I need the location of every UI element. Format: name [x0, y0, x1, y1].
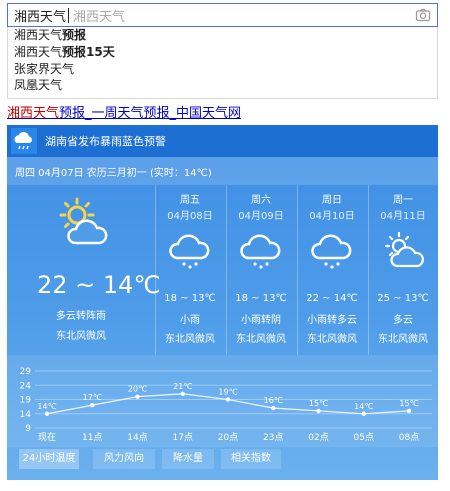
data-point	[316, 408, 321, 414]
data-label: 14℃	[37, 402, 56, 411]
day-date: 04月09日	[238, 211, 284, 222]
day-forecast[interactable]: 周一 04月11日 25 ~ 13℃ 多云 东北风微风	[368, 185, 438, 355]
day-name: 周日	[322, 195, 342, 206]
data-point	[135, 394, 140, 399]
data-point	[90, 403, 95, 408]
suggestion-list: 湘西天气预报 湘西天气预报15天 张家界天气 凤凰天气	[7, 27, 438, 99]
x-tick-label: 08点	[399, 432, 419, 443]
day-wind: 东北风微风	[307, 334, 357, 345]
chart-tabs: 24小时温度 风力风向 降水量 相关指数	[7, 447, 438, 471]
alert-banner[interactable]: 湖南省发布暴雨蓝色预警	[7, 125, 438, 157]
partly-cloudy-sun-icon	[59, 197, 108, 245]
data-label: 15℃	[399, 399, 418, 408]
tab-precipitation[interactable]: 降水量	[162, 449, 214, 469]
data-label: 14℃	[354, 402, 373, 411]
rain-icon	[240, 234, 281, 269]
suggestion-item[interactable]: 张家界天气	[8, 61, 437, 78]
y-tick-label: 29	[20, 367, 32, 377]
data-label: 15℃	[309, 399, 328, 408]
y-tick-label: 19	[20, 396, 32, 406]
data-point	[225, 397, 231, 402]
today-temperature: 22 ~ 14℃	[37, 271, 161, 299]
text-caret	[68, 7, 70, 23]
x-tick-label: 02点	[308, 432, 328, 443]
day-temperature: 25 ~ 13℃	[377, 293, 429, 304]
temperature-chart[interactable]: 29 24 19 14 9 14℃ 现在 17℃ 11点 20℃ 14点 21℃ 17点 19℃ 20点 16…	[7, 355, 438, 447]
day-date: 04月11日	[380, 211, 426, 222]
x-tick-label: 11点	[82, 432, 102, 443]
camera-icon[interactable]	[415, 7, 431, 23]
x-tick-label: 现在	[38, 431, 56, 443]
y-tick-label: 9	[25, 424, 31, 434]
x-tick-label: 23点	[263, 432, 283, 443]
data-label: 20℃	[128, 385, 147, 394]
partly-cloudy-icon	[384, 231, 424, 268]
date-bar: 周四 04月07日 农历三月初一 (实时：14℃)	[7, 157, 438, 185]
tab-indices[interactable]: 相关指数	[221, 449, 281, 469]
today-description: 多云转阵雨	[56, 311, 106, 322]
x-tick-label: 20点	[218, 432, 238, 443]
search-input[interactable]: 湘西天气	[8, 6, 66, 25]
rain-icon	[311, 234, 352, 269]
search-box[interactable]: 湘西天气 湘西天气	[7, 3, 438, 27]
suggestion-item[interactable]: 湘西天气预报15天	[8, 44, 437, 61]
suggestion-item[interactable]: 凤凰天气	[8, 77, 437, 94]
day-wind: 东北风微风	[378, 334, 428, 345]
day-description: 多云	[393, 315, 413, 326]
data-point	[271, 405, 276, 411]
y-tick-label: 24	[20, 381, 32, 391]
today-wind: 东北风微风	[56, 331, 106, 342]
tab-wind[interactable]: 风力风向	[93, 449, 155, 469]
date-line: 周四 04月07日 农历三月初一 (实时：14℃)	[15, 168, 212, 179]
temperature-chart-svg: 29 24 19 14 9 14℃ 现在 17℃ 11点 20℃ 14点 21℃ 17点 19℃ 20点 16…	[20, 367, 432, 443]
search-placeholder: 湘西天气	[73, 9, 126, 25]
weather-card: 湖南省发布暴雨蓝色预警 周四 04月07日 农历三月初一 (实时：14℃) 22…	[7, 125, 438, 480]
y-tick-label: 14	[20, 410, 32, 420]
day-wind: 东北风微风	[165, 334, 215, 345]
day-name: 周六	[251, 195, 271, 206]
day-name: 周五	[180, 195, 200, 206]
data-point	[361, 411, 366, 416]
tab-temperature[interactable]: 24小时温度	[19, 449, 79, 469]
data-label: 19℃	[218, 388, 237, 397]
x-tick-label: 14点	[127, 432, 147, 443]
suggestion-item[interactable]: 湘西天气预报	[8, 27, 437, 44]
result-title-link[interactable]: 湘西天气预报_一周天气预报_中国天气网	[7, 102, 241, 121]
data-point	[180, 391, 185, 396]
x-tick-label: 05点	[354, 432, 374, 443]
day-temperature: 22 ~ 14℃	[306, 293, 358, 304]
x-tick-label: 17点	[173, 432, 193, 443]
day-forecast[interactable]: 周五 04月08日 18 ~ 13℃ 小雨 东北风微风	[155, 185, 224, 355]
data-point	[406, 408, 412, 414]
day-description: 小雨	[180, 315, 200, 326]
day-temperature: 18 ~ 13℃	[235, 293, 287, 304]
day-description: 小雨转多云	[307, 315, 357, 326]
day-forecast[interactable]: 周六 04月09日 18 ~ 13℃ 小雨转阴 东北风微风	[226, 185, 295, 355]
rain-warning-icon	[11, 128, 37, 154]
data-label: 16℃	[264, 396, 283, 405]
data-label: 17℃	[83, 393, 102, 402]
data-label: 21℃	[173, 382, 192, 391]
day-date: 04月10日	[309, 211, 355, 222]
day-wind: 东北风微风	[236, 334, 286, 345]
day-name: 周一	[393, 195, 413, 206]
data-point	[44, 411, 50, 416]
day-date: 04月08日	[167, 211, 213, 222]
day-forecast[interactable]: 周日 04月10日 22 ~ 14℃ 小雨转多云 东北风微风	[297, 185, 366, 355]
day-temperature: 18 ~ 13℃	[164, 293, 216, 304]
day-description: 小雨转阴	[241, 315, 281, 326]
today-forecast[interactable]: 22 ~ 14℃ 多云转阵雨 东北风微风	[7, 185, 160, 355]
alert-text: 湖南省发布暴雨蓝色预警	[45, 135, 166, 148]
rain-icon	[169, 234, 210, 269]
